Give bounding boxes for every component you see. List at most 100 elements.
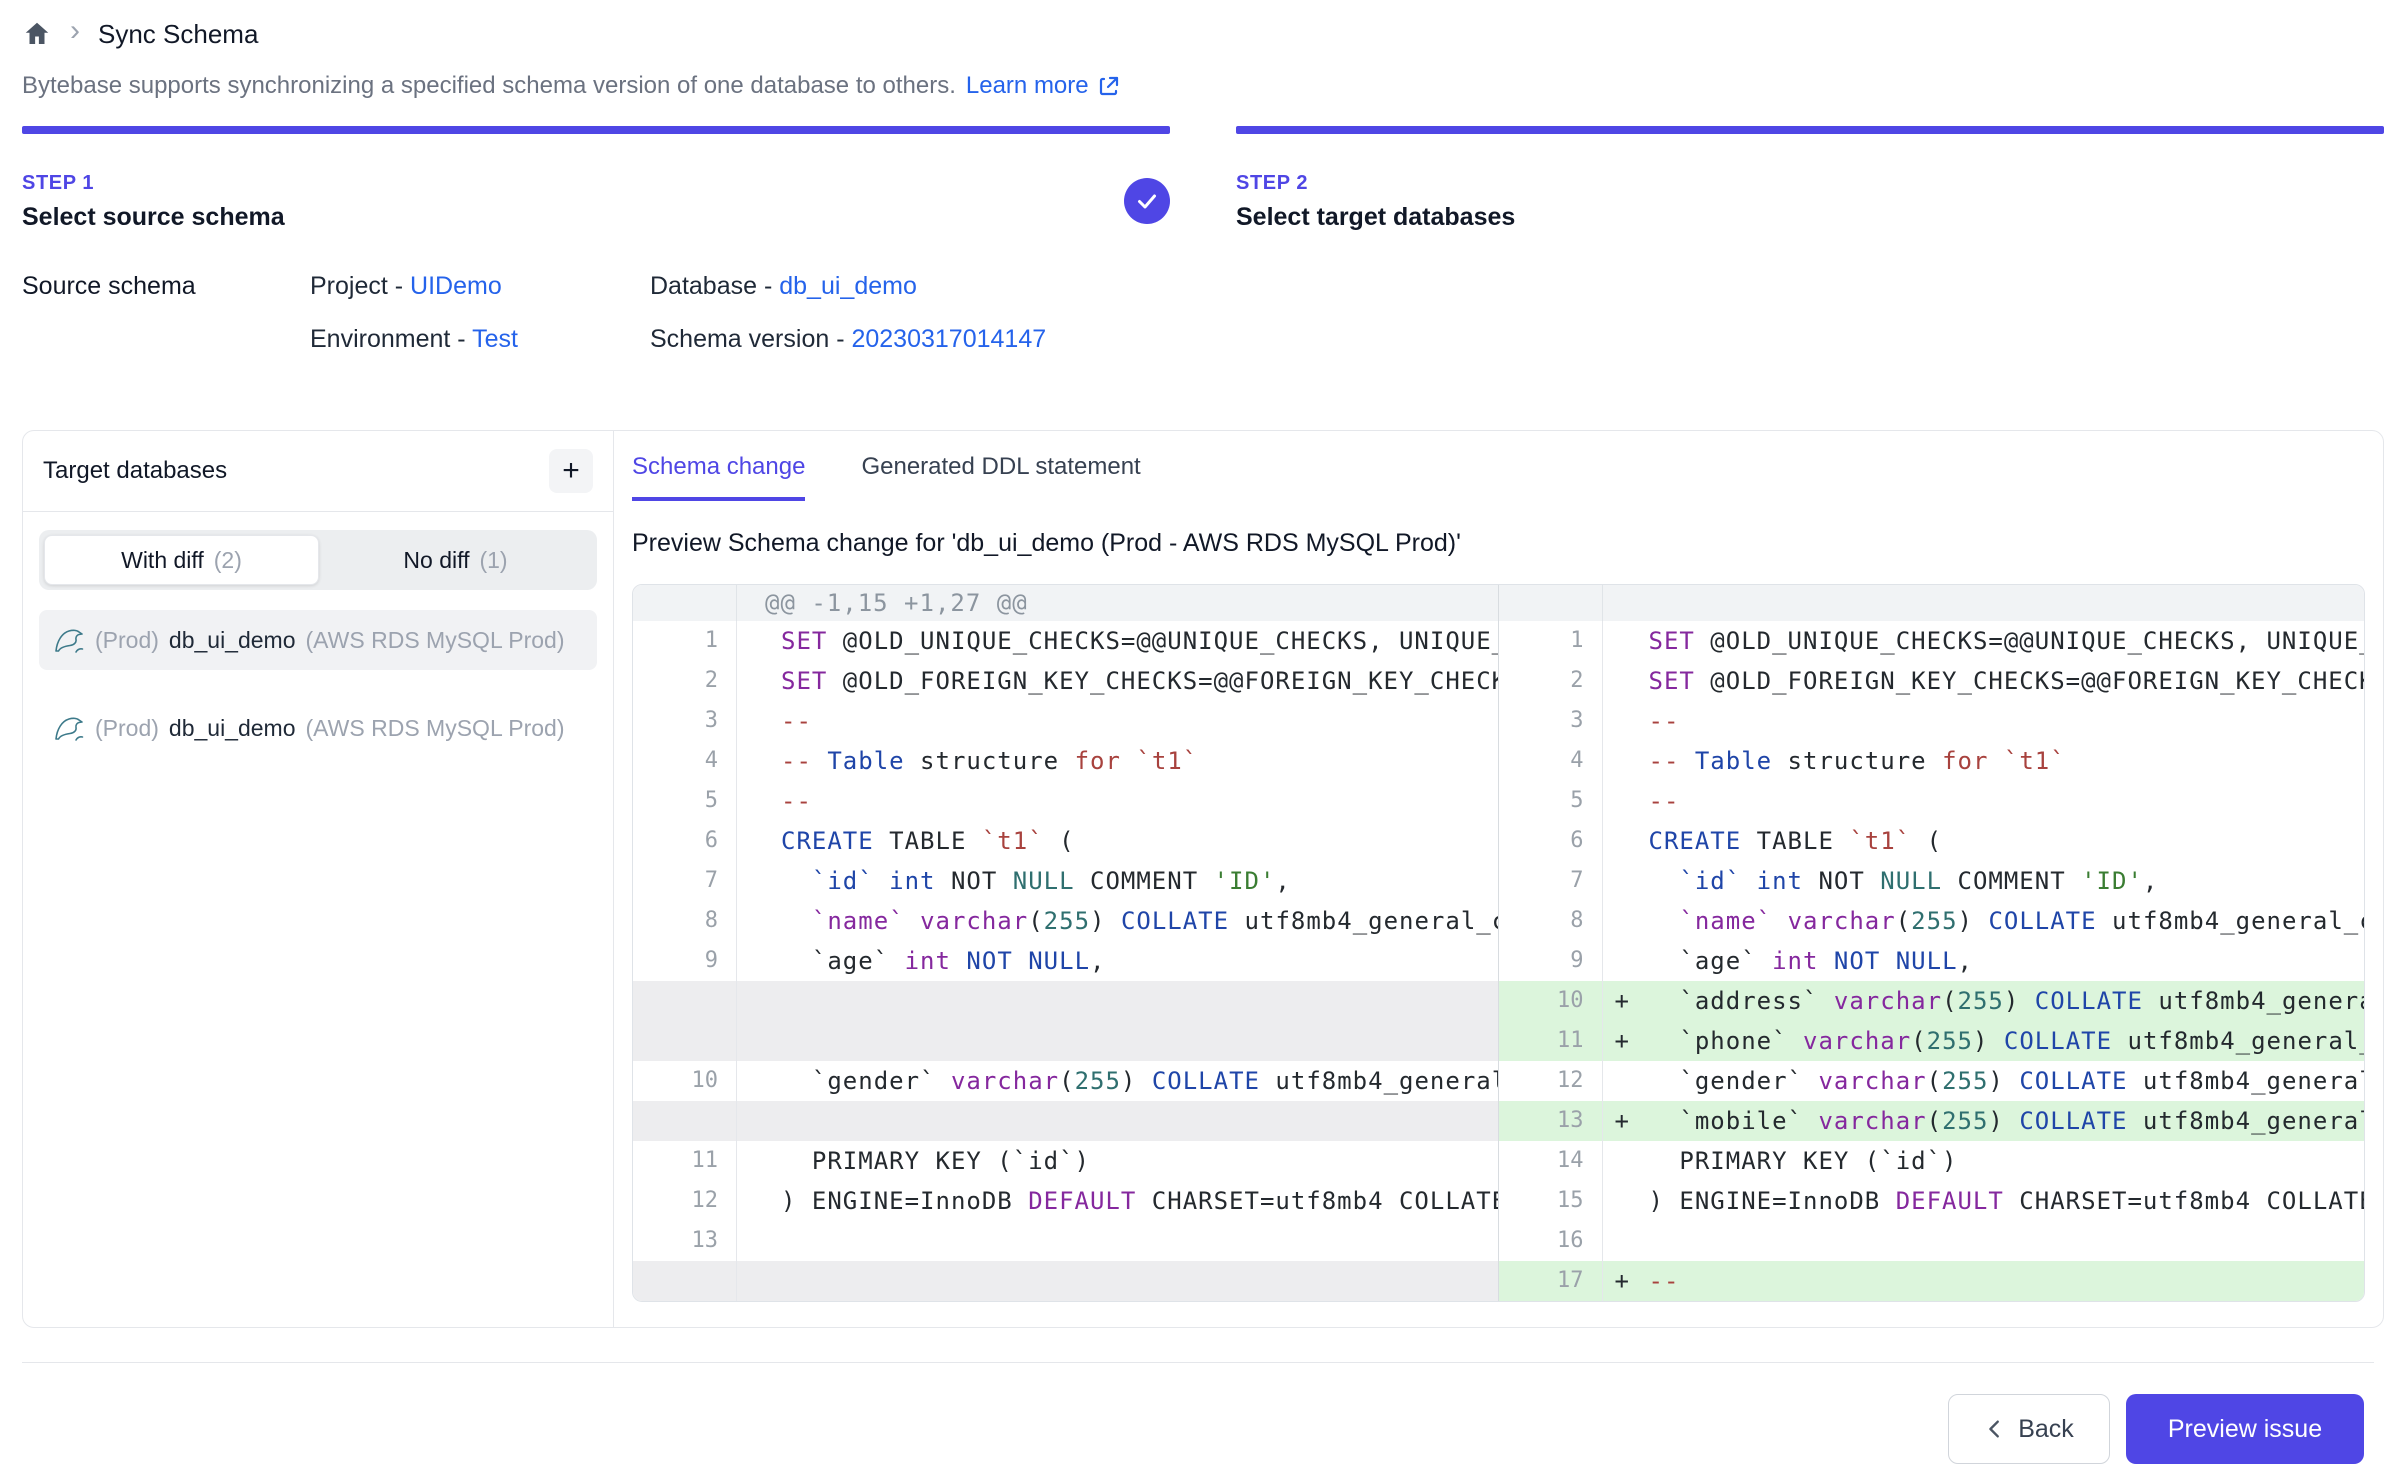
source-schema-fields: Project - UIDemo Database - db_ui_demo E…: [310, 272, 1046, 354]
line-number: 13: [633, 1221, 737, 1261]
environment-field: Environment - Test: [310, 325, 650, 354]
tab-with-diff[interactable]: With diff(2): [44, 535, 319, 585]
diff-marker: [1603, 821, 1649, 861]
diff-marker: [1603, 1141, 1649, 1181]
diff-filler-row: [633, 1021, 1498, 1061]
diff-marker: [1603, 621, 1649, 661]
target-database-item[interactable]: (Prod)db_ui_demo(AWS RDS MySQL Prod): [39, 698, 597, 758]
line-number: 17: [1499, 1261, 1603, 1301]
preview-tabs: Schema change Generated DDL statement: [632, 453, 2365, 501]
diff-row: 6CREATE TABLE `t1` (: [1499, 821, 2365, 861]
line-number: 4: [1499, 741, 1603, 781]
diff-marker: [1603, 1221, 1649, 1261]
line-number: 9: [633, 941, 737, 981]
environment-link[interactable]: Test: [472, 325, 518, 353]
diff-marker: [1603, 941, 1649, 981]
tab-schema-change[interactable]: Schema change: [632, 453, 805, 501]
code-line: CREATE TABLE `t1` (: [1649, 821, 2365, 861]
code-line: [737, 1221, 1498, 1261]
line-number: 10: [633, 1061, 737, 1101]
step-1-completed-check-icon: [1124, 178, 1170, 224]
db-instance: (AWS RDS MySQL Prod): [306, 715, 565, 742]
code-line: `name` varchar(255) COLLATE utf8mb4_gene…: [737, 901, 1498, 941]
step-2: STEP 2 Select target databases: [1236, 126, 2384, 232]
step-2-progress-bar: [1236, 126, 2384, 134]
diff-row: 1SET @OLD_UNIQUE_CHECKS=@@UNIQUE_CHECKS,…: [633, 621, 1498, 661]
home-icon[interactable]: [22, 19, 52, 49]
step-1-progress-bar: [22, 126, 1170, 134]
code-line: `phone` varchar(255) COLLATE utf8mb4_gen…: [1649, 1021, 2365, 1061]
tab-generated-ddl-statement[interactable]: Generated DDL statement: [861, 453, 1140, 501]
schema-version-link[interactable]: 20230317014147: [851, 325, 1046, 353]
diff-filler-row: [633, 1261, 1498, 1301]
tab-no-diff[interactable]: No diff(1): [319, 535, 592, 585]
external-link-icon: [1097, 74, 1121, 98]
diff-row: 7 `id` int NOT NULL COMMENT 'ID',: [633, 861, 1498, 901]
code-line: -- Table structure for `t1`: [737, 741, 1498, 781]
step-1-title: Select source schema: [22, 203, 1170, 232]
learn-more-link[interactable]: Learn more: [966, 72, 1121, 100]
target-databases-panel: Target databases + With diff(2)No diff(1…: [23, 431, 614, 1327]
line-number: 7: [1499, 861, 1603, 901]
diff-row: 2SET @OLD_FOREIGN_KEY_CHECKS=@@FOREIGN_K…: [633, 661, 1498, 701]
step-2-title: Select target databases: [1236, 203, 2384, 232]
schema-diff-viewer: @@ -1,15 +1,27 @@1SET @OLD_UNIQUE_CHECKS…: [632, 584, 2365, 1302]
code-line: `age` int NOT NULL,: [1649, 941, 2365, 981]
line-number: 3: [1499, 701, 1603, 741]
diff-row: 16: [1499, 1221, 2365, 1261]
source-schema-label: Source schema: [22, 272, 310, 354]
target-database-item[interactable]: (Prod)db_ui_demo(AWS RDS MySQL Prod): [39, 610, 597, 670]
diff-row: 14 PRIMARY KEY (`id`): [1499, 1141, 2365, 1181]
line-number: 5: [633, 781, 737, 821]
code-line: -- Table structure for `t1`: [1649, 741, 2365, 781]
code-line: [737, 981, 1498, 1021]
line-number: 8: [633, 901, 737, 941]
line-number: 7: [633, 861, 737, 901]
diff-marker: [1603, 901, 1649, 941]
code-line: `address` varchar(255) COLLATE utf8mb4_g…: [1649, 981, 2365, 1021]
diff-row: 5--: [633, 781, 1498, 821]
database-link[interactable]: db_ui_demo: [779, 272, 917, 300]
line-number: 9: [1499, 941, 1603, 981]
page-description: Bytebase supports synchronizing a specif…: [0, 52, 2396, 100]
diff-row: 15) ENGINE=InnoDB DEFAULT CHARSET=utf8mb…: [1499, 1181, 2365, 1221]
diff-marker: [1603, 781, 1649, 821]
step-1-label: STEP 1: [22, 172, 1170, 195]
project-link[interactable]: UIDemo: [410, 272, 502, 300]
page-title: Sync Schema: [98, 19, 258, 50]
diff-row: 3--: [633, 701, 1498, 741]
db-environment: (Prod): [95, 627, 159, 654]
diff-marker: [1603, 661, 1649, 701]
diff-hunk-header: [1499, 585, 2365, 621]
code-line: PRIMARY KEY (`id`): [1649, 1141, 2365, 1181]
code-line: `id` int NOT NULL COMMENT 'ID',: [1649, 861, 2365, 901]
diff-pane-target[interactable]: 1SET @OLD_UNIQUE_CHECKS=@@UNIQUE_CHECKS,…: [1499, 585, 2365, 1301]
diff-row: 6CREATE TABLE `t1` (: [633, 821, 1498, 861]
preview-issue-button[interactable]: Preview issue: [2126, 1394, 2364, 1464]
diff-filler-row: [633, 981, 1498, 1021]
stepper: STEP 1 Select source schema STEP 2 Selec…: [0, 100, 2396, 232]
add-target-database-button[interactable]: +: [549, 449, 593, 493]
code-line: SET @OLD_UNIQUE_CHECKS=@@UNIQUE_CHECKS, …: [737, 621, 1498, 661]
diff-row: 8 `name` varchar(255) COLLATE utf8mb4_ge…: [633, 901, 1498, 941]
line-number: 14: [1499, 1141, 1603, 1181]
code-line: ) ENGINE=InnoDB DEFAULT CHARSET=utf8mb4 …: [1649, 1181, 2365, 1221]
diff-row: 5--: [1499, 781, 2365, 821]
description-text: Bytebase supports synchronizing a specif…: [22, 72, 956, 100]
target-databases-header: Target databases +: [23, 431, 613, 512]
code-line: --: [737, 701, 1498, 741]
database-field: Database - db_ui_demo: [650, 272, 1046, 301]
code-line: --: [1649, 781, 2365, 821]
line-number: 8: [1499, 901, 1603, 941]
diff-pane-source[interactable]: @@ -1,15 +1,27 @@1SET @OLD_UNIQUE_CHECKS…: [633, 585, 1499, 1301]
code-line: `gender` varchar(255) COLLATE utf8mb4_ge…: [737, 1061, 1498, 1101]
sync-schema-page: › Sync Schema Bytebase supports synchron…: [0, 0, 2396, 1480]
code-line: --: [1649, 1261, 2365, 1301]
code-line: `id` int NOT NULL COMMENT 'ID',: [737, 861, 1498, 901]
back-button[interactable]: Back: [1948, 1394, 2110, 1464]
code-line: [737, 1101, 1498, 1141]
line-number: 2: [1499, 661, 1603, 701]
diff-marker: [1603, 701, 1649, 741]
target-database-list: (Prod)db_ui_demo(AWS RDS MySQL Prod)(Pro…: [39, 610, 597, 758]
diff-row: 9 `age` int NOT NULL,: [1499, 941, 2365, 981]
